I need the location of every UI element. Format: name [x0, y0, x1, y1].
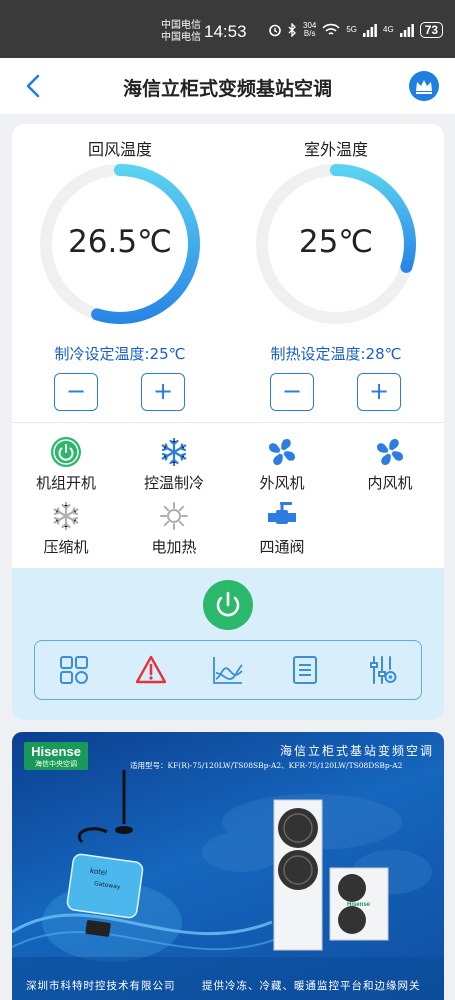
banner-company: 深圳市科特时控技术有限公司 [26, 980, 176, 992]
battery-indicator: 73 [419, 22, 444, 38]
divider [12, 422, 444, 423]
page-title: 海信立柜式变频基站空调 [122, 78, 332, 100]
dashboard-button[interactable] [56, 652, 92, 688]
control-panel [12, 568, 444, 720]
unit-brand: Hisense [347, 902, 371, 908]
status-icons: 304 B/s 5G 4G 73 [268, 22, 444, 38]
document-icon [293, 656, 318, 684]
return-air-label: 回风温度 [87, 140, 152, 159]
banner-models: 适用型号：KF(R)-75/120LW/TS08SBp-A2、KFR-75/12… [130, 761, 403, 770]
status-label: 外风机 [259, 474, 305, 492]
promo-banner[interactable]: Hisense 海信中央空调 海信立柜式基站变频空调 适用型号：KF(R)-75… [12, 732, 444, 1000]
cooling-minus-button[interactable]: − [54, 373, 98, 411]
wifi-icon [322, 23, 340, 35]
chart-icon [213, 657, 243, 684]
status-label: 机组开机 [35, 474, 96, 492]
power-button[interactable] [203, 580, 253, 630]
crown-icon [416, 80, 432, 94]
outdoor-temp-label: 室外温度 [303, 140, 368, 159]
alarm-icon [135, 655, 166, 684]
snowflake-icon [161, 437, 187, 467]
signal-2-icon [399, 23, 414, 37]
brand-sub: 海信中央空调 [35, 760, 77, 768]
net-speed: 304 B/s [303, 22, 316, 38]
document-button[interactable] [287, 652, 323, 688]
heater-icon [160, 502, 188, 530]
signal-1-icon [363, 23, 377, 37]
chart-button[interactable] [210, 652, 246, 688]
power-icon [51, 437, 81, 467]
power-icon [216, 591, 240, 617]
bluetooth-icon [288, 23, 296, 37]
carrier-2: 中国电信 [161, 32, 201, 43]
carrier-labels: 中国电信 中国电信 [161, 20, 201, 44]
fan-icon [377, 439, 403, 465]
valve-icon [268, 502, 296, 524]
brand-name: Hisense [31, 744, 81, 759]
heating-setpoint: 制热设定温度:28℃ [270, 345, 402, 363]
clock: 14:53 [204, 22, 247, 41]
function-toolbar [34, 640, 422, 700]
status-electric-heater: 电加热 [126, 500, 222, 557]
settings-button[interactable] [364, 652, 400, 688]
status-four-way-valve: 四通阀 [234, 500, 330, 557]
heating-plus-button[interactable]: + [357, 373, 401, 411]
banner-slogan: 提供冷冻、冷藏、暖通监控平台和边缘网关 [202, 980, 421, 992]
status-bar: 中国电信 中国电信 14:53 304 B/s 5G 4G 73 [0, 0, 455, 58]
settings-sliders-icon [370, 656, 397, 684]
return-air-value: 26.5℃ [68, 224, 172, 260]
outdoor-temp-value: 25℃ [298, 224, 374, 260]
status-label: 压缩机 [43, 538, 89, 556]
cooling-setpoint: 制冷设定温度:25℃ [54, 345, 186, 363]
status-unit-on: 机组开机 [18, 436, 114, 493]
brand-logo: Hisense 海信中央空调 [24, 742, 88, 770]
alarm-clock-icon [269, 24, 281, 37]
dashboard-icon [59, 656, 88, 684]
status-compressor: 压缩机 [18, 500, 114, 557]
status-label: 四通阀 [259, 538, 305, 556]
alarm-button[interactable] [133, 652, 169, 688]
main-card: 回风温度 室外温度 26.5℃ 25℃ 制冷设定温度:25℃ 制热设定温度:28… [12, 124, 444, 720]
app-header: 海信立柜式变频基站空调 [0, 58, 455, 114]
status-label: 电加热 [151, 538, 197, 556]
banner-artwork [12, 770, 444, 1000]
fan-icon [269, 439, 295, 465]
status-label: 内风机 [367, 474, 413, 492]
net-speed-unit: B/s [303, 29, 316, 38]
banner-title: 海信立柜式基站变频空调 [280, 744, 435, 758]
carrier-1: 中国电信 [161, 20, 201, 31]
status-label: 控温制冷 [143, 474, 204, 492]
cooling-plus-button[interactable]: + [141, 373, 185, 411]
signal-1-label: 5G [346, 25, 358, 34]
status-cooling-control: 控温制冷 [126, 436, 222, 493]
snowflake-icon [53, 501, 79, 531]
heating-minus-button[interactable]: − [270, 373, 314, 411]
status-outdoor-fan: 外风机 [234, 436, 330, 493]
signal-2-label: 4G [383, 25, 394, 34]
status-indoor-fan: 内风机 [342, 436, 438, 493]
vip-button[interactable] [409, 71, 439, 101]
